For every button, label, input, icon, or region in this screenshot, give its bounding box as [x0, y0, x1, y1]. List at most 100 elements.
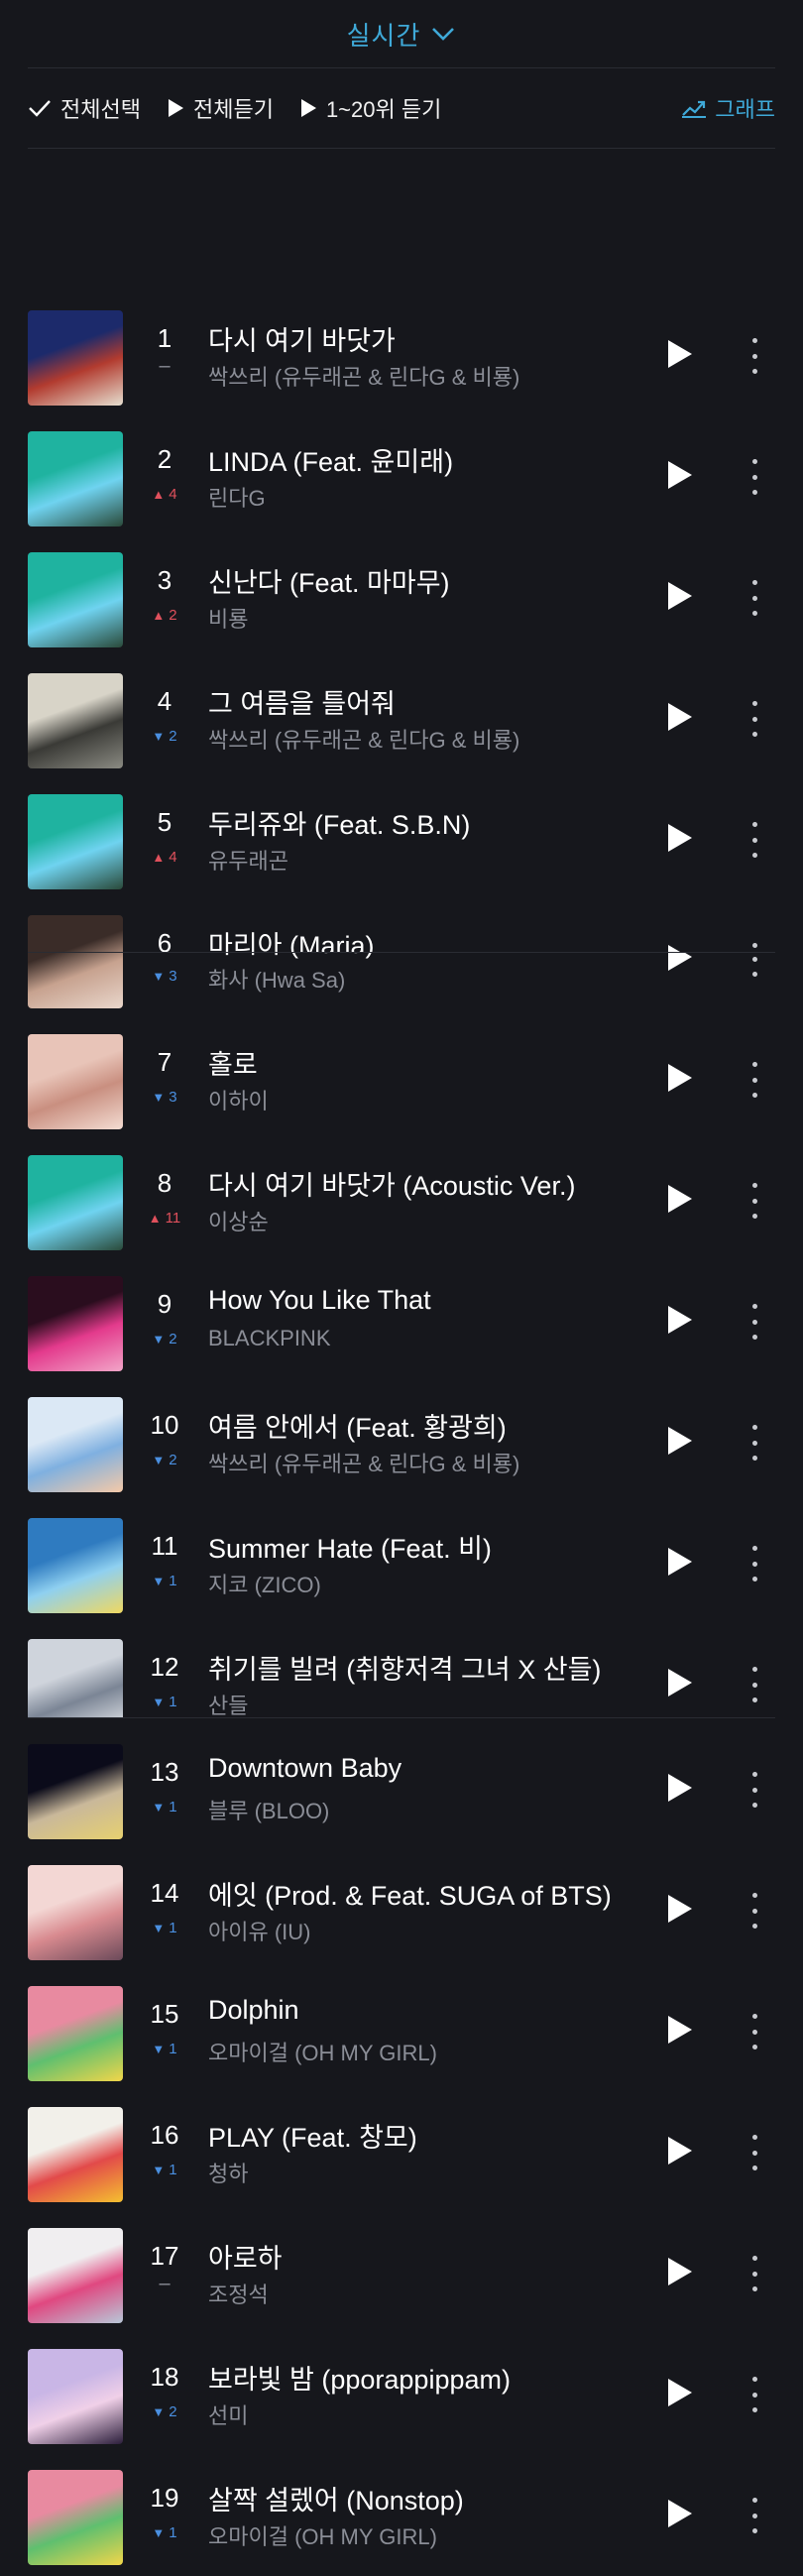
- artist-name[interactable]: 유두래곤: [208, 844, 288, 876]
- album-art[interactable]: [28, 1744, 123, 1839]
- play-icon[interactable]: [668, 2016, 692, 2044]
- artist-name[interactable]: 조정석: [208, 2278, 269, 2309]
- song-title[interactable]: PLAY (Feat. 창모): [208, 2116, 417, 2155]
- artist-name[interactable]: 아이유 (IU): [208, 1915, 311, 1946]
- artist-name[interactable]: 지코 (ZICO): [208, 1568, 321, 1599]
- album-art[interactable]: [28, 2228, 123, 2323]
- album-art[interactable]: [28, 310, 123, 406]
- play-icon[interactable]: [668, 945, 692, 952]
- select-all-button[interactable]: 전체선택: [28, 92, 141, 124]
- list-item[interactable]: 1– 다시 여기 바닷가 싹쓰리 (유두래곤 & 린다G & 비룡): [0, 295, 803, 416]
- more-options-icon[interactable]: [750, 580, 758, 616]
- more-options-icon[interactable]: [750, 822, 758, 858]
- play-icon[interactable]: [668, 582, 692, 610]
- artist-name[interactable]: 싹쓰리 (유두래곤 & 린다G & 비룡): [208, 723, 519, 755]
- song-title[interactable]: 살짝 설렜어 (Nonstop): [208, 2479, 464, 2517]
- play-all-button[interactable]: 전체듣기: [167, 92, 274, 124]
- artist-name[interactable]: 이상순: [208, 1205, 269, 1236]
- album-art[interactable]: [28, 1865, 123, 1960]
- artist-name[interactable]: 화사 (Hwa Sa): [208, 963, 345, 995]
- play-icon[interactable]: [668, 2137, 692, 2165]
- list-item[interactable]: 18 ▼ 2 보라빛 밤 (pporappippam) 선미: [0, 2334, 803, 2455]
- more-options-icon[interactable]: [750, 2377, 758, 2412]
- album-art[interactable]: [28, 1034, 123, 1129]
- play-icon[interactable]: [668, 1064, 692, 1092]
- list-item[interactable]: 6▼3마리아 (Maria)화사 (Hwa Sa): [0, 952, 803, 1019]
- list-item[interactable]: 9 ▼ 2 How You Like That BLACKPINK: [0, 1261, 803, 1382]
- list-item[interactable]: 12 ▼ 1 취기를 빌려 (취향저격 그녀 X 산들) 산들: [0, 1624, 803, 1717]
- play-icon[interactable]: [668, 1427, 692, 1455]
- artist-name[interactable]: 싹쓰리 (유두래곤 & 린다G & 비룡): [208, 360, 519, 392]
- song-title[interactable]: 보라빛 밤 (pporappippam): [208, 2358, 511, 2397]
- artist-name[interactable]: 블루 (BLOO): [208, 1794, 329, 1825]
- artist-name[interactable]: 청하: [208, 2157, 248, 2188]
- album-art[interactable]: [28, 1155, 123, 1250]
- song-title[interactable]: 취기를 빌려 (취향저격 그녀 X 산들): [208, 1648, 601, 1687]
- play-icon[interactable]: [668, 461, 692, 489]
- album-art[interactable]: [28, 2470, 123, 2565]
- song-title[interactable]: Downtown Baby: [208, 1753, 402, 1784]
- play-icon[interactable]: [668, 1669, 692, 1697]
- play-icon[interactable]: [668, 2258, 692, 2285]
- song-title[interactable]: 다시 여기 바닷가: [208, 319, 396, 358]
- song-title[interactable]: LINDA (Feat. 윤미래): [208, 440, 453, 479]
- song-title[interactable]: 두리쥬와 (Feat. S.B.N): [208, 803, 470, 842]
- list-item[interactable]: 16 ▼ 1 PLAY (Feat. 창모) 청하: [0, 2092, 803, 2213]
- artist-name[interactable]: 싹쓰리 (유두래곤 & 린다G & 비룡): [208, 1447, 519, 1478]
- song-title[interactable]: Dolphin: [208, 1995, 299, 2026]
- play-icon[interactable]: [668, 952, 692, 971]
- list-item[interactable]: 2 ▲ 4 LINDA (Feat. 윤미래) 린다G: [0, 416, 803, 537]
- album-art[interactable]: [28, 1986, 123, 2081]
- artist-name[interactable]: 산들: [208, 1689, 248, 1717]
- more-options-icon[interactable]: [750, 952, 758, 977]
- album-art[interactable]: [28, 1639, 123, 1717]
- album-art[interactable]: [28, 431, 123, 527]
- album-art[interactable]: [28, 1397, 123, 1492]
- song-title[interactable]: 마리아 (Maria): [208, 952, 375, 961]
- album-art[interactable]: [28, 915, 123, 952]
- artist-name[interactable]: 오마이걸 (OH MY GIRL): [208, 2036, 437, 2067]
- song-title[interactable]: 다시 여기 바닷가 (Acoustic Ver.): [208, 1164, 575, 1203]
- more-options-icon[interactable]: [750, 1425, 758, 1461]
- list-item[interactable]: 13 ▼ 1 Downtown Baby 블루 (BLOO): [0, 1729, 803, 1850]
- more-options-icon[interactable]: [750, 2498, 758, 2533]
- graph-button[interactable]: 그래프: [681, 92, 775, 124]
- artist-name[interactable]: 린다G: [208, 481, 266, 513]
- song-title[interactable]: 에잇 (Prod. & Feat. SUGA of BTS): [208, 1874, 612, 1913]
- more-options-icon[interactable]: [750, 2135, 758, 2170]
- more-options-icon[interactable]: [750, 943, 758, 952]
- play-icon[interactable]: [668, 824, 692, 852]
- song-title[interactable]: 그 여름을 틀어줘: [208, 682, 396, 721]
- song-title[interactable]: 홀로: [208, 1043, 258, 1082]
- chart-type-selector[interactable]: 실시간: [28, 0, 775, 68]
- play-icon[interactable]: [668, 1185, 692, 1213]
- list-item[interactable]: 7 ▼ 3 홀로 이하이: [0, 1019, 803, 1140]
- song-title[interactable]: 아로하: [208, 2237, 283, 2276]
- play-icon[interactable]: [668, 1774, 692, 1802]
- more-options-icon[interactable]: [750, 1183, 758, 1219]
- play-icon[interactable]: [668, 2379, 692, 2406]
- more-options-icon[interactable]: [750, 1667, 758, 1702]
- list-item[interactable]: 6▼3마리아 (Maria)화사 (Hwa Sa): [0, 900, 803, 952]
- album-art[interactable]: [28, 952, 123, 1008]
- artist-name[interactable]: 이하이: [208, 1084, 269, 1115]
- more-options-icon[interactable]: [750, 1772, 758, 1808]
- more-options-icon[interactable]: [750, 1546, 758, 1581]
- more-options-icon[interactable]: [750, 2014, 758, 2049]
- song-title[interactable]: Summer Hate (Feat. 비): [208, 1527, 492, 1566]
- list-item[interactable]: 14 ▼ 1 에잇 (Prod. & Feat. SUGA of BTS) 아이유 (I…: [0, 1850, 803, 1971]
- artist-name[interactable]: 오마이걸 (OH MY GIRL): [208, 2519, 437, 2551]
- list-item[interactable]: 15 ▼ 1 Dolphin 오마이걸 (OH MY GIRL): [0, 1971, 803, 2092]
- play-icon[interactable]: [668, 1548, 692, 1576]
- more-options-icon[interactable]: [750, 701, 758, 737]
- artist-name[interactable]: 선미: [208, 2399, 248, 2430]
- more-options-icon[interactable]: [750, 1304, 758, 1340]
- song-title[interactable]: 신난다 (Feat. 마마무): [208, 561, 450, 600]
- list-item[interactable]: 11 ▼ 1 Summer Hate (Feat. 비) 지코 (ZICO): [0, 1503, 803, 1624]
- play-icon[interactable]: [668, 1895, 692, 1923]
- album-art[interactable]: [28, 2349, 123, 2444]
- song-title[interactable]: How You Like That: [208, 1285, 431, 1316]
- album-art[interactable]: [28, 1276, 123, 1371]
- list-item[interactable]: 8 ▲ 11 다시 여기 바닷가 (Acoustic Ver.) 이상순: [0, 1140, 803, 1261]
- song-title[interactable]: 여름 안에서 (Feat. 황광희): [208, 1406, 507, 1445]
